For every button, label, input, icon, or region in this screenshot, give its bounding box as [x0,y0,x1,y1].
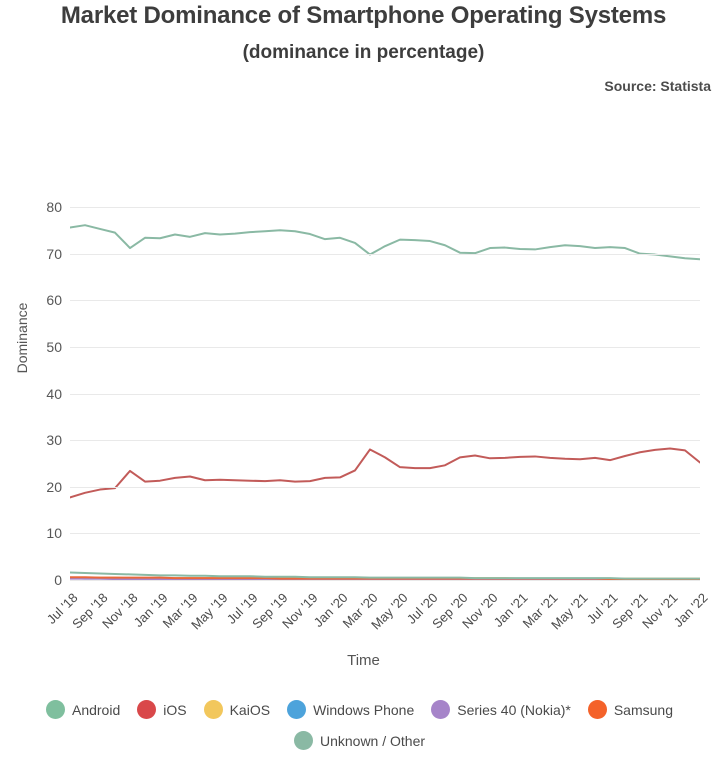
page-title: Market Dominance of Smartphone Operating… [60,2,667,29]
legend-row-secondary: Unknown / Other [0,731,727,750]
legend-item[interactable]: Android [45,700,121,719]
y-axis-tick-label: 60 [46,292,62,309]
y-axis-tick-label: 50 [46,338,62,355]
legend-swatch-icon [431,700,451,719]
gridline [70,300,700,302]
legend-item[interactable]: Unknown / Other [293,731,426,750]
y-axis-tick-labels: 0 10 20 30 40 50 60 70 80 [0,199,62,588]
series-line [70,447,700,499]
legend-swatch-icon [293,731,313,750]
y-axis-tick-label: 0 [54,572,62,588]
legend-swatch-icon [203,700,223,719]
gridline [70,207,700,208]
y-axis-tick-label: 70 [46,245,62,262]
legend-item[interactable]: iOS [137,700,187,719]
y-axis-tick-label: 40 [46,385,62,402]
legend-item-label: Samsung [613,701,673,718]
legend-item-label: Android [71,701,121,718]
chart-subtitle: (dominance in percentage) [242,42,485,63]
legend-item[interactable]: Windows Phone [287,700,414,719]
gridline [70,346,700,348]
legend-item[interactable]: Series 40 (Nokia)* [431,700,571,719]
chart-page: Market Dominance of Smartphone Operating… [0,0,727,777]
gridline [70,440,700,442]
legend-item-label: Windows Phone [313,701,415,718]
legend-item-label: iOS [163,701,187,718]
y-axis-tick-label: 20 [46,478,62,495]
y-axis-tick-label: 80 [46,199,62,215]
legend-item[interactable]: Samsung [587,700,673,719]
gridline [70,253,700,255]
x-axis-tick-labels: Jul '18 Sep '18 Nov '18 Jan '19 Mar '19 May '… [0,590,727,650]
legend-swatch-icon [287,700,307,719]
chart-source-label: Source: Statista [604,78,711,94]
legend-item-label: Unknown / Other [319,732,426,749]
legend: Android iOS KaiOS Windows Phone Series 40 (N… [0,700,727,762]
gridline [70,580,700,581]
y-axis-tick-label: 10 [46,525,62,542]
gridline [70,393,700,395]
x-axis-title: Time [347,652,380,669]
plot-area [70,207,700,581]
gridline [70,533,700,535]
legend-row-primary: Android iOS KaiOS Windows Phone Series 40 (N… [0,700,727,719]
legend-item-label: Series 40 (Nokia)* [457,701,571,718]
legend-swatch-icon [587,700,607,719]
gridline [70,486,700,488]
legend-swatch-icon [137,700,157,719]
legend-swatch-icon [45,700,65,719]
legend-item[interactable]: KaiOS [203,700,271,719]
y-axis-tick-label: 30 [46,432,62,449]
legend-item-label: KaiOS [229,701,271,718]
